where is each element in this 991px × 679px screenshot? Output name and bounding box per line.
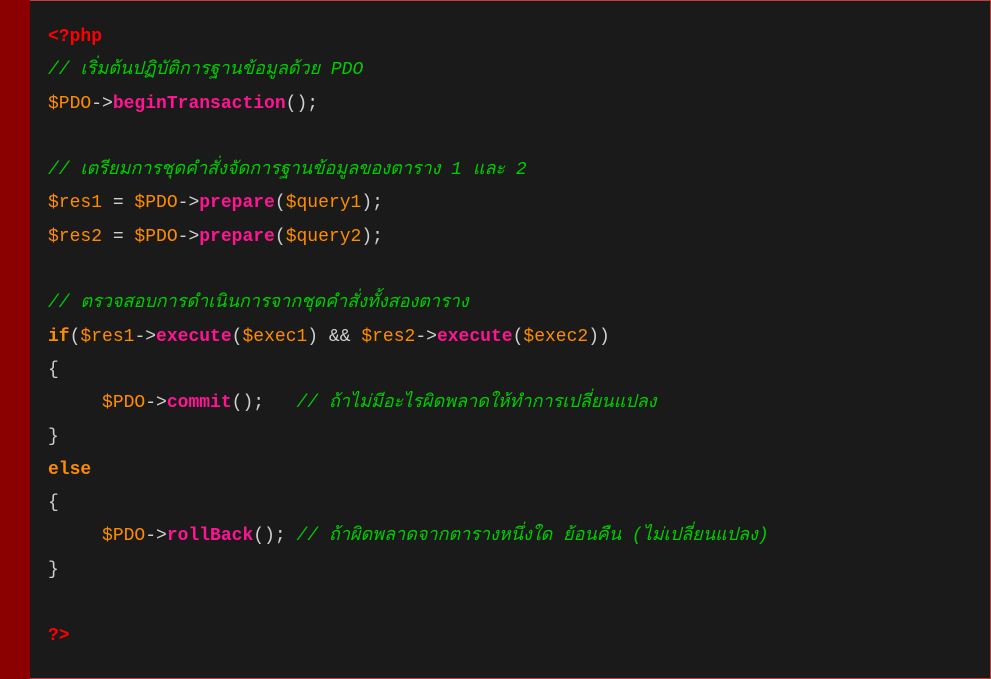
semicolon: ; — [372, 227, 383, 247]
left-accent-bar — [0, 0, 30, 679]
var-res2: $res2 — [361, 327, 415, 347]
paren: ( — [275, 193, 286, 213]
paren: ) — [361, 227, 372, 247]
var-res1: $res1 — [80, 327, 134, 347]
paren: ( — [286, 94, 297, 114]
paren: ) — [361, 193, 372, 213]
var-exec1: $exec1 — [242, 327, 307, 347]
paren: ( — [232, 393, 243, 413]
var-pdo: $PDO — [134, 227, 177, 247]
arrow-op: -> — [134, 327, 156, 347]
keyword-else: else — [48, 460, 91, 480]
var-query1: $query1 — [286, 193, 362, 213]
brace-close: } — [48, 560, 59, 580]
and-op: && — [318, 327, 361, 347]
paren: ) — [242, 393, 253, 413]
paren: ( — [275, 227, 286, 247]
paren: ) — [296, 94, 307, 114]
method-prepare: prepare — [199, 227, 275, 247]
paren: ) — [307, 327, 318, 347]
php-close-tag: ?> — [48, 626, 70, 646]
equals-op: = — [102, 227, 134, 247]
comment-line-3: // ตรวจสอบการดำเนินการจากชุดคำสั่งทั้งสอ… — [48, 293, 469, 313]
paren: ) — [264, 526, 275, 546]
arrow-op: -> — [178, 193, 200, 213]
method-commit: commit — [167, 393, 232, 413]
var-exec2: $exec2 — [523, 327, 588, 347]
arrow-op: -> — [145, 526, 167, 546]
var-pdo: $PDO — [102, 526, 145, 546]
keyword-if: if — [48, 327, 70, 347]
semicolon: ; — [253, 393, 264, 413]
arrow-op: -> — [145, 393, 167, 413]
paren: ( — [513, 327, 524, 347]
var-query2: $query2 — [286, 227, 362, 247]
comment-line-1: // เริ่มต้นปฏิบัติการฐานข้อมูลด้วย PDO — [48, 60, 363, 80]
brace-close: } — [48, 427, 59, 447]
var-res1: $res1 — [48, 193, 102, 213]
method-execute: execute — [156, 327, 232, 347]
code-container: <?php // เริ่มต้นปฏิบัติการฐานข้อมูลด้วย… — [0, 0, 991, 679]
comment-line-2: // เตรียมการชุดคำสั่งจัดการฐานข้อมูลของต… — [48, 160, 527, 180]
paren: ( — [70, 327, 81, 347]
paren: ) — [599, 327, 610, 347]
var-pdo: $PDO — [102, 393, 145, 413]
method-rollback: rollBack — [167, 526, 253, 546]
paren: ( — [232, 327, 243, 347]
arrow-op: -> — [415, 327, 437, 347]
php-open-tag: <?php — [48, 27, 102, 47]
code-block: <?php // เริ่มต้นปฏิบัติการฐานข้อมูลด้วย… — [30, 0, 991, 679]
method-prepare: prepare — [199, 193, 275, 213]
brace-open: { — [48, 360, 59, 380]
brace-open: { — [48, 493, 59, 513]
arrow-op: -> — [178, 227, 200, 247]
var-res2: $res2 — [48, 227, 102, 247]
semicolon: ; — [307, 94, 318, 114]
comment-line-4: // ถ้าไม่มีอะไรผิดพลาดให้ทำการเปลี่ยนแปล… — [297, 393, 657, 413]
var-pdo: $PDO — [134, 193, 177, 213]
var-pdo: $PDO — [48, 94, 91, 114]
paren: ) — [588, 327, 599, 347]
paren: ( — [253, 526, 264, 546]
comment-line-5: // ถ้าผิดพลาดจากตารางหนึ่งใด ย้อนคืน (ไม… — [297, 526, 769, 546]
method-execute: execute — [437, 327, 513, 347]
method-begintransaction: beginTransaction — [113, 94, 286, 114]
arrow-op: -> — [91, 94, 113, 114]
semicolon: ; — [372, 193, 383, 213]
equals-op: = — [102, 193, 134, 213]
semicolon: ; — [275, 526, 286, 546]
